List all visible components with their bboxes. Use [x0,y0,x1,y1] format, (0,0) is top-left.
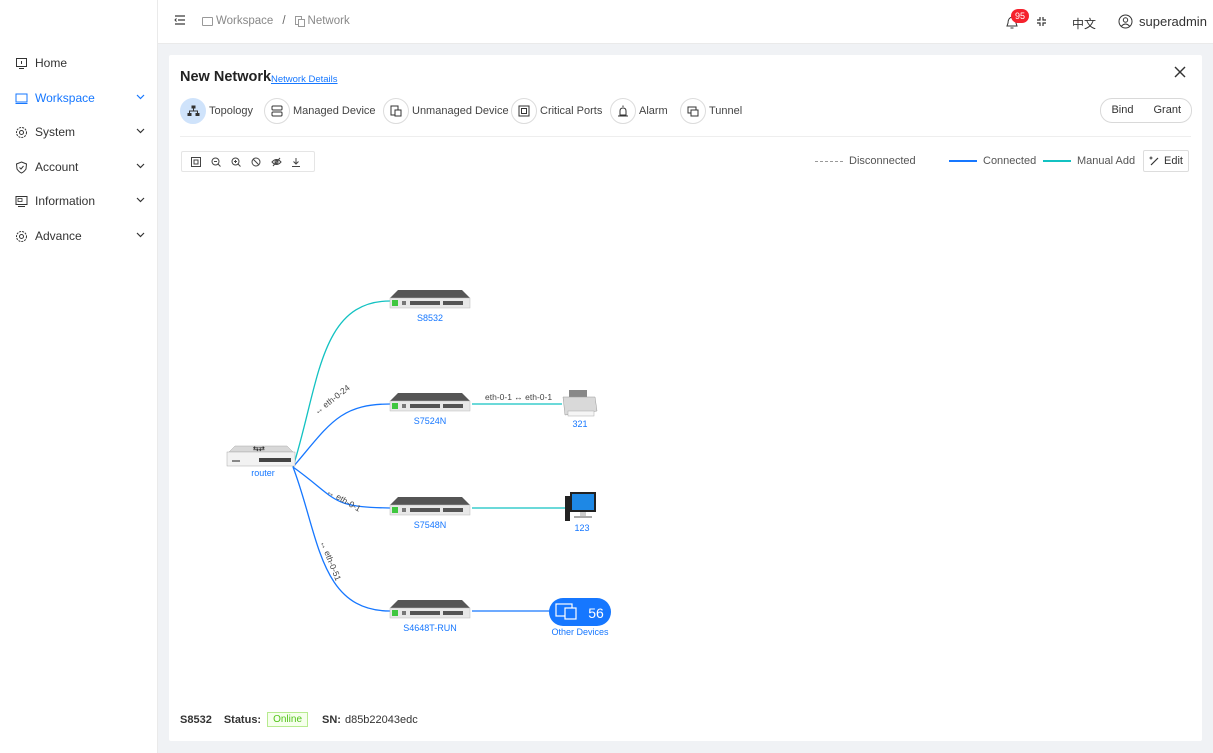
sidebar-item-information[interactable]: Information [0,186,158,216]
chevron-down-icon [134,125,146,137]
workspace-icon [14,91,28,105]
breadcrumb: Workspace / Network [202,15,350,27]
printer-label: 321 [572,419,587,429]
user-icon [1118,14,1133,29]
sidebar-item-label: Workspace [35,91,95,105]
sn-value: d85b22043edc [344,713,418,726]
sidebar-item-system[interactable]: System [0,117,158,147]
link-label-s7524n-printer: eth-0-1 ↔ eth-0-1 [485,392,552,402]
selected-device-name: S8532 [180,713,212,726]
notification-badge: 95 [1011,9,1029,23]
breadcrumb-separator: / [282,15,286,27]
pc-label: 123 [574,523,589,533]
router-label: router [251,468,275,478]
home-icon [14,56,28,70]
other-devices-count: 56 [588,605,604,621]
sidebar: Home Workspace System Account Informatio… [0,0,158,753]
link-label-router-s7524n: ↔ eth-0-24 [312,382,352,416]
printer-node[interactable]: 321 [562,390,598,429]
topology-canvas: ↔ eth-0-24 ↔ eth-0-1 ↔ eth-0-51 eth-0-1 … [226,289,611,637]
sidebar-item-advance[interactable]: Advance [0,221,158,251]
link-router-s4648t [292,466,391,612]
language-switch[interactable]: 中文 [1072,15,1096,32]
switch-label: S7548N [414,520,447,530]
chevron-down-icon [134,91,146,103]
sidebar-item-label: Home [35,56,68,70]
chevron-down-icon [134,160,146,172]
router-node[interactable]: ⇆⇄ router [226,445,296,478]
monitor-icon [14,194,28,208]
other-devices-label: Other Devices [551,627,609,637]
sidebar-item-label: Information [35,194,96,208]
header: Workspace / Network 95 中文 superadmin [158,0,1213,44]
status-label: Status: [223,713,262,726]
sidebar-item-workspace[interactable]: Workspace [0,83,158,113]
switch-label: S4648T-RUN [403,623,457,633]
fullscreen-icon[interactable] [1036,16,1048,28]
user-menu[interactable]: superadmin [1118,14,1207,29]
workspace-icon [202,16,213,26]
device-status-bar: S8532 Status: Online SN: d85b22043edc [180,712,418,727]
network-panel: New Network Network Details Topology Man… [169,55,1202,741]
gear-icon [14,229,28,243]
sidebar-item-home[interactable]: Home [0,48,158,78]
link-router-s8532 [292,300,391,468]
sidebar-item-label: System [35,125,76,139]
sidebar-item-account[interactable]: Account [0,152,158,182]
breadcrumb-network: Network [307,15,350,27]
chevron-down-icon [134,194,146,206]
switch-label: S7524N [414,416,447,426]
switch-s8532[interactable]: S8532 [389,289,471,323]
pc-node[interactable]: 123 [565,492,596,533]
breadcrumb-workspace[interactable]: Workspace [216,15,273,27]
switch-label: S8532 [417,313,443,323]
network-icon [294,15,305,27]
chevron-down-icon [134,229,146,241]
switch-s7548n[interactable]: S7548N [389,496,471,530]
other-devices-node[interactable]: 56 Other Devices [549,598,611,637]
shield-icon [14,160,28,174]
switch-s4648t-run[interactable]: S4648T-RUN [389,599,471,633]
username: superadmin [1139,14,1207,29]
sn-label: SN: [322,713,341,726]
sidebar-item-label: Advance [35,229,82,243]
status-badge: Online [267,712,308,727]
svg-text:⇆⇄: ⇆⇄ [253,445,265,453]
sidebar-item-label: Account [35,160,79,174]
menu-fold-icon[interactable] [174,14,188,28]
gear-icon [14,125,28,139]
switch-s7524n[interactable]: S7524N [389,392,471,426]
link-label-router-s7548n: ↔ eth-0-1 [325,486,363,514]
